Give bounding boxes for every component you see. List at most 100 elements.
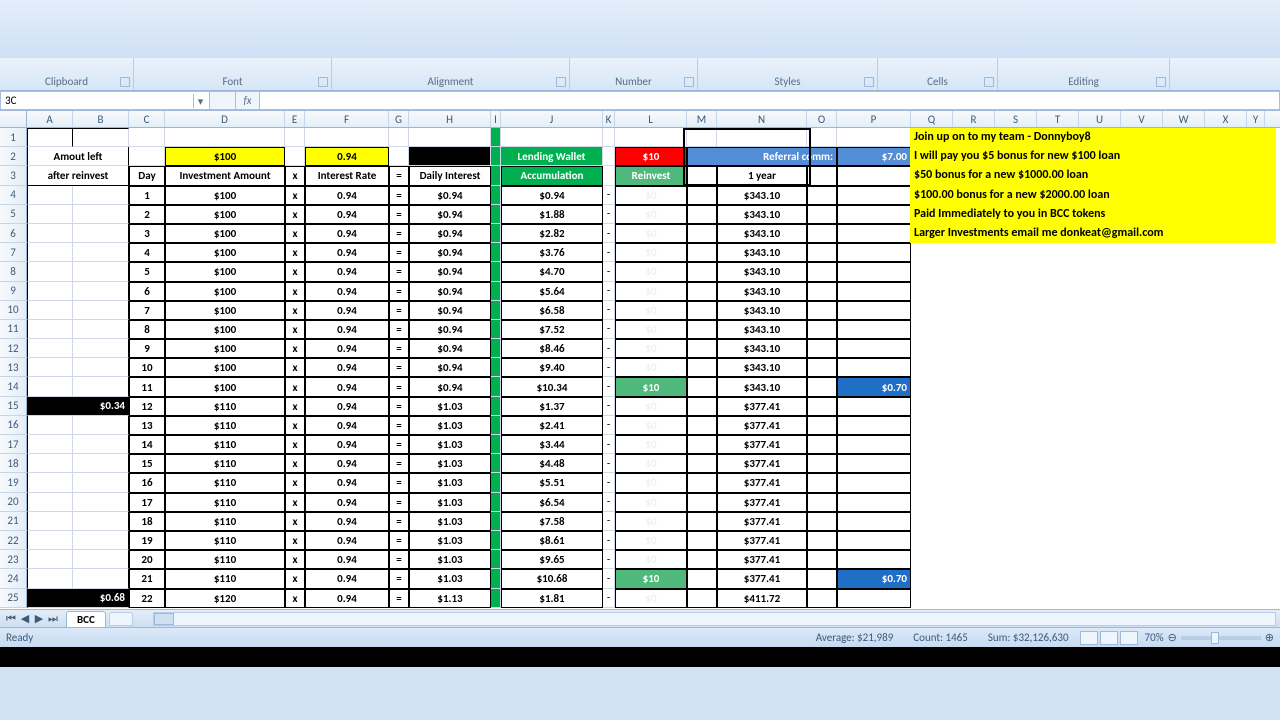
- hdr-inv[interactable]: Investment Amount: [165, 166, 285, 185]
- cell[interactable]: [73, 550, 129, 569]
- cell[interactable]: [837, 166, 911, 185]
- cell[interactable]: [807, 301, 837, 320]
- dialog-launcher-icon[interactable]: [984, 77, 994, 87]
- cell-rate[interactable]: 0.94: [305, 358, 389, 377]
- cell-day[interactable]: 19: [129, 531, 165, 550]
- cell-yr[interactable]: $343.10: [717, 358, 807, 377]
- cell[interactable]: -: [603, 224, 615, 243]
- cell-yr[interactable]: $377.41: [717, 493, 807, 512]
- cell-p[interactable]: $0.70: [837, 377, 911, 396]
- cell-inv[interactable]: $110: [165, 531, 285, 550]
- cell[interactable]: [73, 262, 129, 281]
- cell-inv[interactable]: $100: [165, 262, 285, 281]
- cell-re[interactable]: $0: [615, 589, 687, 608]
- row-header[interactable]: 4: [0, 186, 27, 205]
- cell[interactable]: [687, 493, 717, 512]
- cell-di[interactable]: $0.94: [409, 243, 491, 262]
- col-header-J[interactable]: J: [501, 111, 603, 127]
- cell[interactable]: x: [285, 454, 305, 473]
- cell-re[interactable]: $0: [615, 186, 687, 205]
- cell[interactable]: [687, 320, 717, 339]
- cell-rate[interactable]: 0.94: [305, 301, 389, 320]
- col-header-L[interactable]: L: [615, 111, 687, 127]
- cell[interactable]: [491, 358, 501, 377]
- zoom-control[interactable]: 70% ⊖ ⊕: [1145, 631, 1274, 644]
- cell[interactable]: =: [389, 320, 409, 339]
- cell[interactable]: [687, 339, 717, 358]
- cell-di[interactable]: $0.94: [409, 339, 491, 358]
- cell-acc[interactable]: $7.52: [501, 320, 603, 339]
- cell-rate[interactable]: 0.94: [305, 493, 389, 512]
- cell[interactable]: -: [603, 454, 615, 473]
- cell[interactable]: =: [389, 454, 409, 473]
- hdr-eq[interactable]: =: [389, 166, 409, 185]
- cell[interactable]: x: [285, 205, 305, 224]
- cell[interactable]: =: [389, 550, 409, 569]
- cell-acc[interactable]: $1.81: [501, 589, 603, 608]
- cell[interactable]: -: [603, 301, 615, 320]
- cell[interactable]: [27, 531, 73, 550]
- cell[interactable]: x: [285, 493, 305, 512]
- cell[interactable]: [807, 358, 837, 377]
- cell[interactable]: [73, 243, 129, 262]
- cell-di[interactable]: $0.94: [409, 358, 491, 377]
- cell[interactable]: [409, 128, 491, 147]
- row-header[interactable]: 3: [0, 166, 27, 185]
- cell-re[interactable]: $0: [615, 262, 687, 281]
- hdr-1yr[interactable]: 1 year: [717, 166, 807, 185]
- cell-acc[interactable]: $3.76: [501, 243, 603, 262]
- cell-re[interactable]: $0: [615, 224, 687, 243]
- row-header[interactable]: 13: [0, 358, 27, 377]
- cell-inv[interactable]: $100: [165, 301, 285, 320]
- hdr-rate-val[interactable]: 0.94: [305, 147, 389, 166]
- row-header[interactable]: 24: [0, 569, 27, 588]
- cell[interactable]: =: [389, 512, 409, 531]
- cell-inv[interactable]: $100: [165, 320, 285, 339]
- cell-rate[interactable]: 0.94: [305, 320, 389, 339]
- cell[interactable]: [491, 377, 501, 396]
- cell[interactable]: =: [389, 205, 409, 224]
- cell[interactable]: [27, 128, 73, 147]
- cell[interactable]: [837, 435, 911, 454]
- cell[interactable]: -: [603, 282, 615, 301]
- cell[interactable]: [491, 243, 501, 262]
- cell[interactable]: -: [603, 397, 615, 416]
- cell[interactable]: [687, 282, 717, 301]
- row-header[interactable]: 18: [0, 454, 27, 473]
- cell[interactable]: x: [285, 416, 305, 435]
- cell[interactable]: [837, 339, 911, 358]
- cell-acc[interactable]: $8.61: [501, 531, 603, 550]
- cell-acc[interactable]: $2.41: [501, 416, 603, 435]
- cell[interactable]: =: [389, 569, 409, 588]
- cell[interactable]: [807, 377, 837, 396]
- cell-left[interactable]: $0.34: [27, 397, 129, 416]
- cell[interactable]: [27, 205, 73, 224]
- cell[interactable]: =: [389, 301, 409, 320]
- tab-first-icon[interactable]: ⏮: [4, 612, 18, 626]
- row-header[interactable]: 23: [0, 550, 27, 569]
- cell[interactable]: [807, 512, 837, 531]
- col-header-W[interactable]: W: [1163, 111, 1205, 127]
- cell-yr[interactable]: $343.10: [717, 262, 807, 281]
- row-header[interactable]: 12: [0, 339, 27, 358]
- cell[interactable]: =: [389, 224, 409, 243]
- cell[interactable]: [491, 320, 501, 339]
- row-header[interactable]: 8: [0, 262, 27, 281]
- cell-re[interactable]: $0: [615, 531, 687, 550]
- ribbon-group-editing[interactable]: Editing: [998, 58, 1170, 90]
- cell[interactable]: -: [603, 473, 615, 492]
- cell-day[interactable]: 22: [129, 589, 165, 608]
- hdr-after[interactable]: after reinvest: [27, 166, 129, 185]
- cell[interactable]: [73, 473, 129, 492]
- cell-inv[interactable]: $110: [165, 569, 285, 588]
- cell[interactable]: [807, 224, 837, 243]
- zoom-out-icon[interactable]: ⊖: [1168, 631, 1177, 644]
- select-all-corner[interactable]: [0, 111, 27, 127]
- cell[interactable]: [837, 454, 911, 473]
- cell-day[interactable]: 6: [129, 282, 165, 301]
- cell[interactable]: [807, 435, 837, 454]
- col-header-D[interactable]: D: [165, 111, 285, 127]
- cell[interactable]: x: [285, 243, 305, 262]
- cell[interactable]: [27, 473, 73, 492]
- cell[interactable]: [27, 358, 73, 377]
